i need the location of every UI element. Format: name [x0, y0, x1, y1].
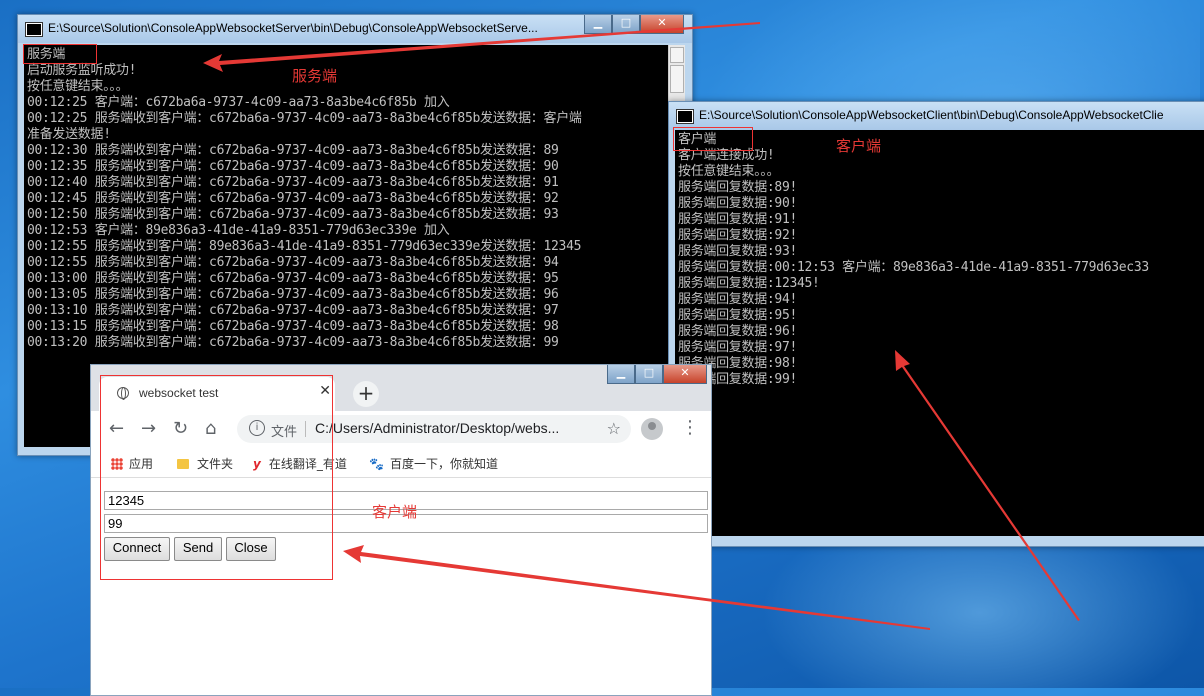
- annotation-arrow: [895, 350, 1080, 621]
- annotation-arrow: [343, 545, 930, 630]
- annotation-arrows: [203, 22, 1080, 630]
- annotation-arrow: [203, 22, 760, 72]
